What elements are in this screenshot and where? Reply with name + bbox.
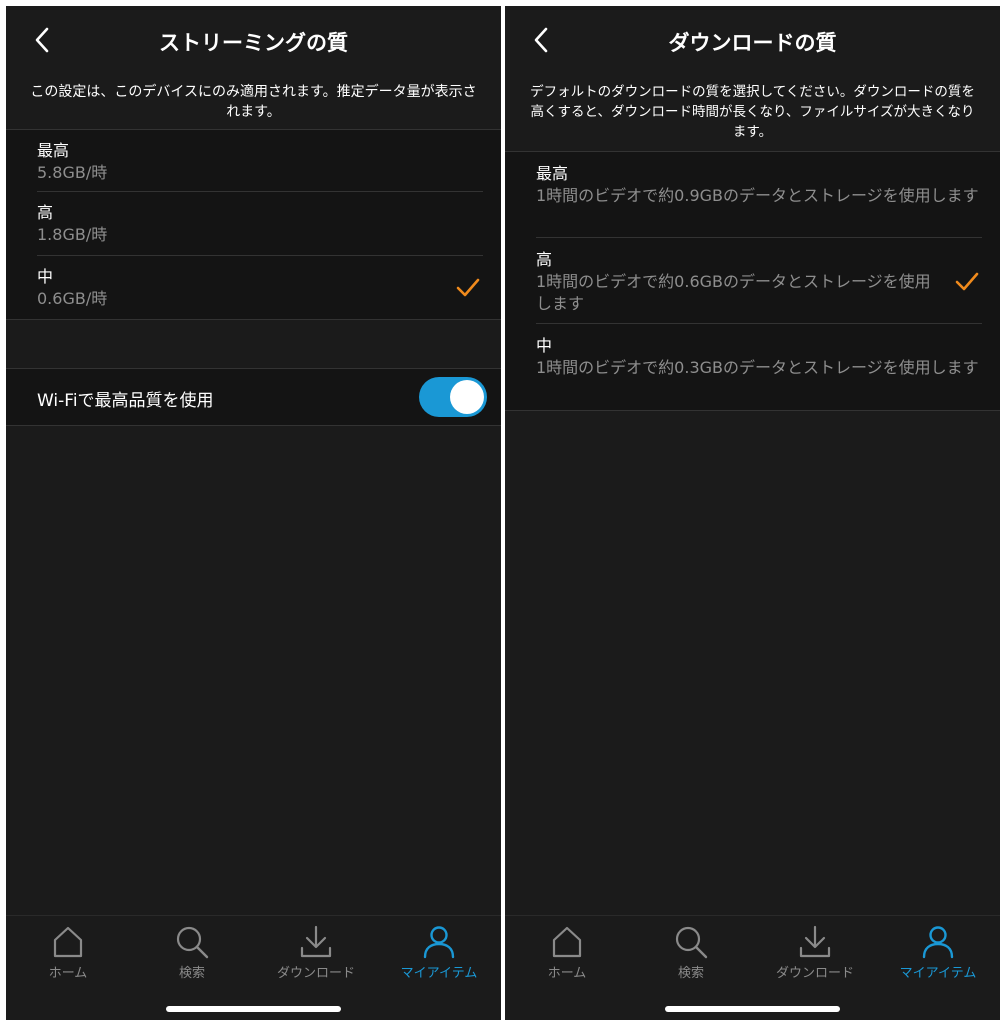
download-option-medium[interactable]: 中 1時間のビデオで約0.3GBのデータとストレージを使用します (505, 324, 1000, 410)
tab-search[interactable]: 検索 (636, 924, 746, 994)
option-subtitle: 1時間のビデオで約0.3GBのデータとストレージを使用します (536, 358, 979, 377)
page-title: ストリーミングの質 (159, 31, 348, 55)
search-icon (675, 926, 708, 959)
chevron-left-icon (534, 27, 548, 53)
tab-my-items[interactable]: マイアイテム (384, 924, 494, 994)
quality-option-medium[interactable]: 中 0.6GB/時 (6, 256, 501, 319)
tab-download[interactable]: ダウンロード (261, 924, 371, 994)
option-subtitle: 5.8GB/時 (37, 163, 108, 182)
download-option-best[interactable]: 最高 1時間のビデオで約0.9GBのデータとストレージを使用します (505, 152, 1000, 238)
tab-label: 検索 (178, 966, 205, 981)
tab-label: ダウンロード (775, 966, 854, 981)
tab-label: マイアイテム (899, 966, 977, 981)
toggle-knob (450, 380, 484, 414)
home-indicator (166, 1006, 341, 1012)
download-icon (300, 925, 332, 958)
description: この設定は、このデバイスにのみ適用されます。推定データ量が表示されます。 (30, 84, 477, 120)
home-icon (53, 926, 83, 958)
download-icon (799, 925, 831, 958)
tab-bar: ホーム 検索 ダウンロード マイアイテム (6, 915, 501, 1020)
download-quality-option-list: 最高 1時間のビデオで約0.9GBのデータとストレージを使用します 高 1時間の… (505, 151, 1000, 411)
option-title: 最高 (37, 141, 70, 160)
description: デフォルトのダウンロードの質を選択してください。ダウンロードの質を高くすると、ダ… (530, 84, 975, 140)
checkmark-icon (456, 278, 480, 297)
streaming-quality-screen: ストリーミングの質 この設定は、このデバイスにのみ適用されます。推定データ量が表… (6, 6, 501, 1020)
header: ダウンロードの質 (505, 6, 1000, 74)
tab-bar: ホーム 検索 ダウンロード マイアイテム (505, 915, 1000, 1020)
back-button[interactable] (28, 24, 58, 56)
tab-label: 検索 (677, 966, 704, 981)
option-title: 高 (37, 203, 54, 222)
option-title: 中 (37, 267, 54, 286)
tab-home[interactable]: ホーム (13, 924, 123, 994)
wifi-best-quality-row: Wi-Fiで最高品質を使用 (6, 368, 501, 426)
quality-option-high[interactable]: 高 1.8GB/時 (6, 192, 501, 256)
option-title: 最高 (536, 164, 569, 183)
chevron-left-icon (35, 27, 49, 53)
page-title: ダウンロードの質 (668, 31, 837, 55)
tab-my-items[interactable]: マイアイテム (883, 924, 993, 994)
option-title: 中 (536, 336, 553, 355)
tab-label: マイアイテム (400, 966, 478, 981)
tab-label: ホーム (48, 966, 88, 981)
header: ストリーミングの質 (6, 6, 501, 74)
tab-download[interactable]: ダウンロード (760, 924, 870, 994)
home-icon (552, 926, 582, 958)
tab-home[interactable]: ホーム (512, 924, 622, 994)
option-title: 高 (536, 250, 553, 269)
option-subtitle: 1時間のビデオで約0.9GBのデータとストレージを使用します (536, 186, 979, 205)
option-subtitle: 1.8GB/時 (37, 225, 108, 244)
person-icon (922, 926, 954, 959)
home-indicator (665, 1006, 840, 1012)
quality-option-best[interactable]: 最高 5.8GB/時 (6, 130, 501, 192)
tab-label: ダウンロード (276, 966, 355, 981)
search-icon (176, 926, 209, 959)
option-subtitle: 0.6GB/時 (37, 289, 108, 308)
tab-search[interactable]: 検索 (137, 924, 247, 994)
option-subtitle: 1時間のビデオで約0.6GBのデータとストレージを使用します (536, 272, 931, 313)
download-quality-screen: ダウンロードの質 デフォルトのダウンロードの質を選択してください。ダウンロードの… (505, 6, 1000, 1020)
wifi-best-quality-toggle[interactable] (419, 377, 487, 417)
wifi-toggle-label: Wi-Fiで最高品質を使用 (37, 391, 214, 411)
download-option-high[interactable]: 高 1時間のビデオで約0.6GBのデータとストレージを使用します (505, 238, 1000, 324)
back-button[interactable] (527, 24, 557, 56)
tab-label: ホーム (547, 966, 587, 981)
checkmark-icon (955, 272, 979, 291)
quality-option-list: 最高 5.8GB/時 高 1.8GB/時 中 0.6GB/時 (6, 129, 501, 320)
person-icon (423, 926, 455, 959)
